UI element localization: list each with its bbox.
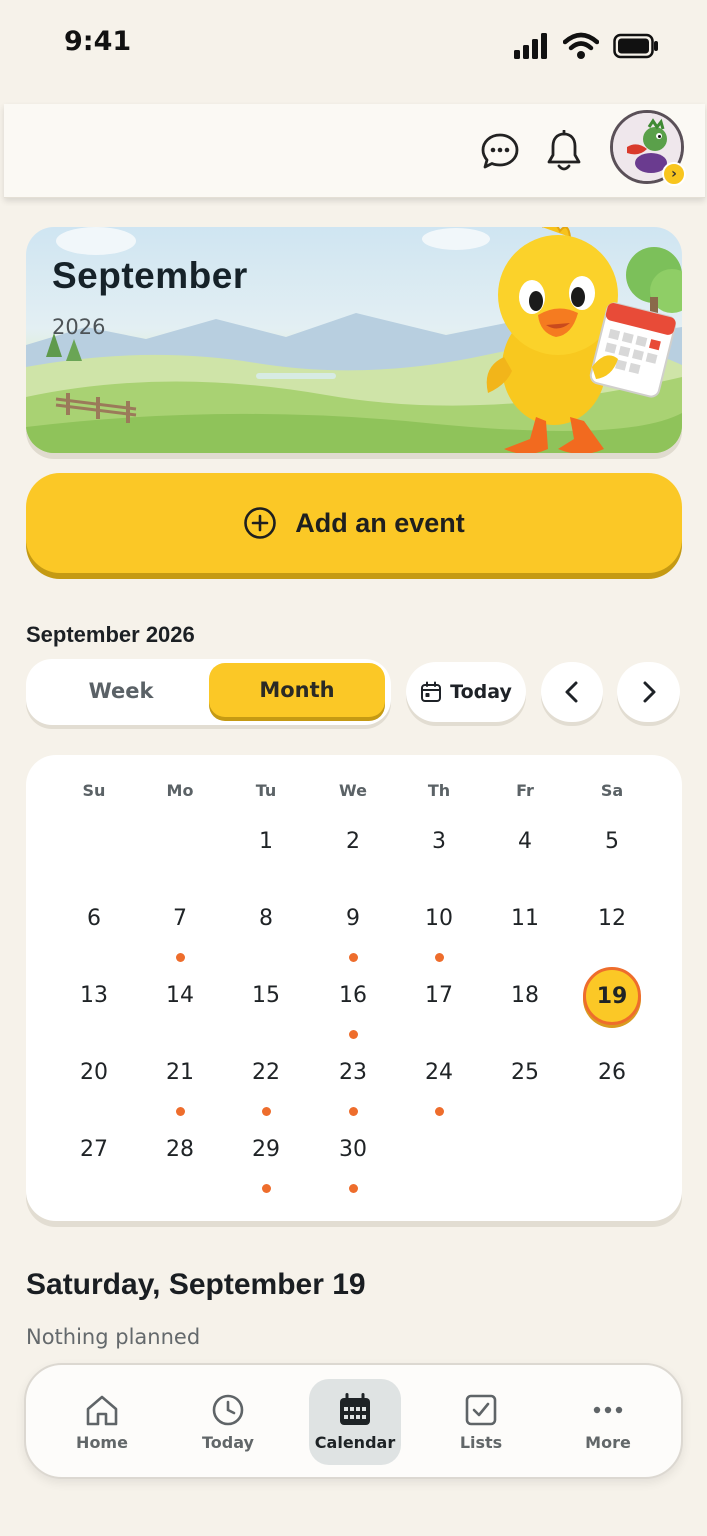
- status-bar: 9:41: [0, 0, 707, 95]
- calendar-small-icon: [421, 681, 442, 702]
- weekday-label: Su: [82, 781, 106, 800]
- tab-more-label: More: [585, 1432, 631, 1452]
- calendar-day[interactable]: 2: [323, 812, 383, 872]
- weekday-label: Fr: [516, 781, 534, 800]
- chat-button[interactable]: [478, 130, 522, 174]
- month-calendar-grid: Su Mo Tu We Th Fr Sa 1 2 3 4 5 6 7 8 9 10 11 12 13 14 15 16 17…: [26, 755, 682, 1221]
- status-icons: [513, 32, 659, 60]
- calendar-day[interactable]: 17: [409, 966, 469, 1026]
- calendar-day[interactable]: 8: [236, 889, 296, 949]
- calendar-day[interactable]: 1: [236, 812, 296, 872]
- bottom-tab-bar: Home Today Calendar Lists More: [24, 1363, 683, 1479]
- event-indicator-dot: [349, 1107, 358, 1116]
- signal-icon: [514, 33, 547, 59]
- calendar-day[interactable]: 6: [64, 889, 124, 949]
- calendar-day[interactable]: 25: [495, 1043, 555, 1103]
- calendar-day[interactable]: 13: [64, 966, 124, 1026]
- previous-month-button[interactable]: [541, 662, 603, 722]
- calendar-day[interactable]: 3: [409, 812, 469, 872]
- event-indicator-dot: [349, 1030, 358, 1039]
- plus-circle-icon: [244, 507, 277, 539]
- chevron-left-icon: [565, 681, 578, 703]
- weekday-header-row: Su Mo Tu We Th Fr Sa: [26, 781, 682, 805]
- add-event-button[interactable]: Add an event: [26, 473, 682, 573]
- weekday-label: Th: [427, 781, 451, 800]
- calendar-day[interactable]: 11: [495, 889, 555, 949]
- calendar-day[interactable]: 16: [323, 966, 383, 1026]
- next-month-button[interactable]: [617, 662, 680, 722]
- calendar-day[interactable]: 14: [150, 966, 210, 1026]
- chevron-right-icon: [643, 681, 655, 703]
- calendar-day[interactable]: 10: [409, 889, 469, 949]
- wifi-icon: [563, 32, 599, 59]
- status-time: 9:41: [64, 26, 132, 57]
- calendar-day[interactable]: 9: [323, 889, 383, 949]
- calendar-icon: [340, 1392, 370, 1425]
- calendar-day-selected[interactable]: 19: [583, 967, 641, 1025]
- tab-today-label: Today: [202, 1432, 254, 1452]
- tab-home[interactable]: Home: [56, 1379, 148, 1465]
- calendar-day[interactable]: 4: [495, 812, 555, 872]
- event-indicator-dot: [176, 1107, 185, 1116]
- calendar-day[interactable]: 18: [495, 966, 555, 1026]
- clock-icon: [212, 1394, 244, 1425]
- tab-more[interactable]: More: [562, 1379, 654, 1465]
- calendar-day[interactable]: 15: [236, 966, 296, 1026]
- selected-day-title: Saturday, September 19: [26, 1268, 366, 1301]
- top-bar: ›: [4, 104, 705, 198]
- tab-lists-label: Lists: [459, 1432, 503, 1452]
- add-event-label: Add an event: [295, 507, 465, 538]
- selected-day-empty-text: Nothing planned: [26, 1325, 201, 1349]
- event-indicator-dot: [349, 1184, 358, 1193]
- duck-mascot-illustration: [486, 227, 676, 453]
- calendar-day[interactable]: 27: [64, 1120, 124, 1180]
- calendar-day[interactable]: 5: [582, 812, 642, 872]
- checkbox-icon: [465, 1394, 497, 1425]
- calendar-day[interactable]: 22: [236, 1043, 296, 1103]
- calendar-day[interactable]: 21: [150, 1043, 210, 1103]
- weekday-label: Tu: [255, 781, 277, 800]
- battery-icon: [613, 33, 658, 59]
- notifications-button[interactable]: [542, 128, 586, 176]
- tab-today[interactable]: Today: [182, 1379, 274, 1465]
- hero-year: 2026: [52, 315, 106, 339]
- tab-week[interactable]: Week: [36, 665, 206, 717]
- weekday-label: We: [339, 781, 367, 800]
- calendar-day[interactable]: 20: [64, 1043, 124, 1103]
- event-indicator-dot: [349, 953, 358, 962]
- bell-icon: [547, 130, 581, 171]
- calendar-day[interactable]: 24: [409, 1043, 469, 1103]
- calendar-day[interactable]: 28: [150, 1120, 210, 1180]
- tab-calendar-label: Calendar: [314, 1432, 396, 1452]
- calendar-day[interactable]: 23: [323, 1043, 383, 1103]
- chat-bubble-icon: [481, 133, 519, 169]
- month-hero-banner: September 2026: [26, 227, 682, 453]
- tab-home-label: Home: [76, 1432, 128, 1452]
- weekday-label: Mo: [166, 781, 194, 800]
- tab-month[interactable]: Month: [209, 663, 385, 717]
- avatar-chevron-icon[interactable]: ›: [662, 162, 686, 186]
- home-icon: [86, 1395, 118, 1425]
- tab-lists[interactable]: Lists: [435, 1379, 527, 1465]
- event-indicator-dot: [435, 1107, 444, 1116]
- event-indicator-dot: [435, 953, 444, 962]
- calendar-day[interactable]: 26: [582, 1043, 642, 1103]
- calendar-month-heading: September 2026: [26, 622, 195, 647]
- hero-month-title: September: [52, 255, 248, 296]
- view-switcher: Week Month: [26, 659, 391, 725]
- calendar-day[interactable]: 30: [323, 1120, 383, 1180]
- tab-calendar[interactable]: Calendar: [309, 1379, 401, 1465]
- today-button-label: Today: [450, 681, 512, 703]
- event-indicator-dot: [176, 953, 185, 962]
- calendar-day[interactable]: 12: [582, 889, 642, 949]
- more-dots-icon: [593, 1406, 623, 1413]
- event-indicator-dot: [262, 1184, 271, 1193]
- weekday-label: Sa: [600, 781, 624, 800]
- calendar-day[interactable]: 7: [150, 889, 210, 949]
- event-indicator-dot: [262, 1107, 271, 1116]
- today-button[interactable]: Today: [406, 662, 526, 722]
- calendar-day[interactable]: 29: [236, 1120, 296, 1180]
